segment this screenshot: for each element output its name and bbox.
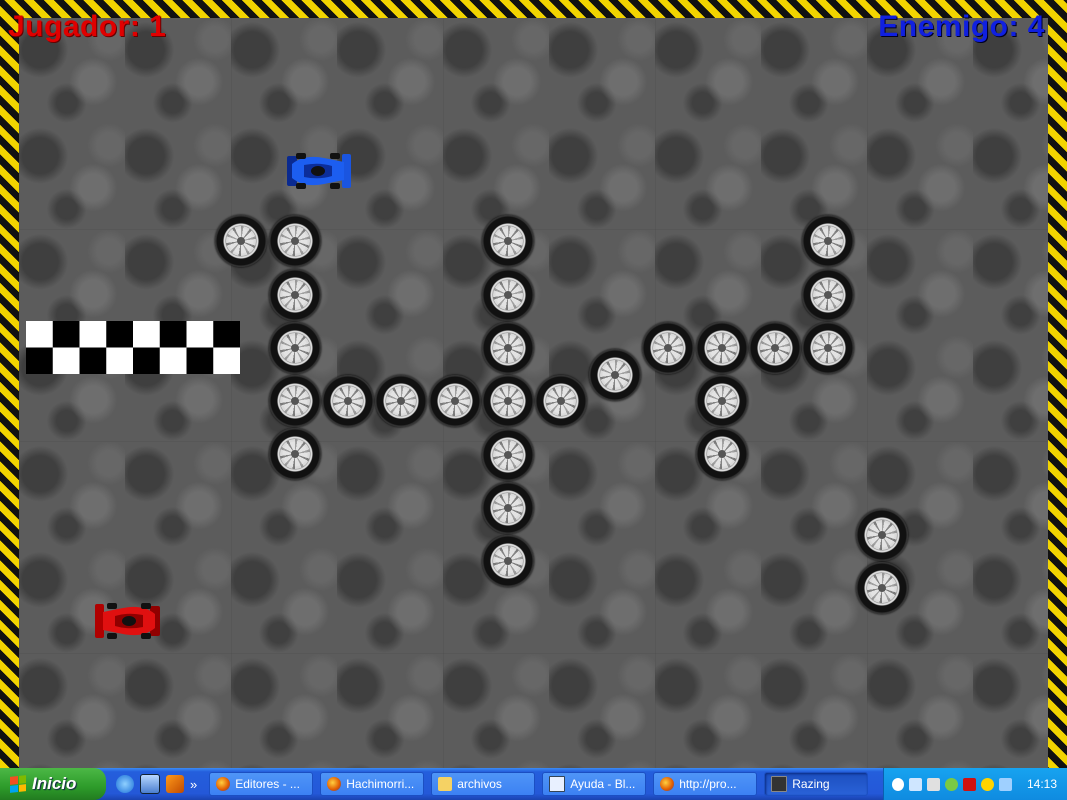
taskbar-button-label: archivos [457, 777, 502, 791]
folder-icon [438, 777, 453, 791]
race-track [19, 18, 1048, 768]
start-button[interactable]: Inicio [0, 768, 106, 800]
player-race-car [95, 603, 160, 639]
tire-obstacle [535, 375, 587, 427]
player-score: Jugador: 1 [8, 10, 167, 43]
tire-obstacle [482, 269, 534, 321]
taskbar: Inicio » Editores - ... Hachimorri... ar… [0, 768, 1067, 800]
firefox-icon [660, 777, 675, 791]
quick-launch-overflow[interactable]: » [190, 777, 197, 792]
windows-logo-icon [10, 775, 26, 793]
document-icon [549, 776, 566, 792]
tire-obstacle [642, 322, 694, 374]
taskbar-button-editores[interactable]: Editores - ... [209, 772, 314, 796]
tire-obstacle [802, 269, 854, 321]
taskbar-button-label: Editores - ... [235, 777, 300, 791]
messenger-icon[interactable] [945, 777, 958, 791]
taskbar-button-ayuda[interactable]: Ayuda - Bl... [542, 772, 647, 796]
tire-obstacle [269, 322, 321, 374]
firefox-icon [327, 777, 342, 791]
tire-obstacle [696, 375, 748, 427]
enemy-race-car [287, 153, 351, 189]
tire-obstacle [589, 349, 641, 401]
clock[interactable]: 14:13 [1027, 777, 1057, 791]
security-icon[interactable] [981, 777, 994, 791]
zonealarm-icon[interactable] [963, 777, 976, 791]
tire-obstacle [482, 429, 534, 481]
tire-obstacle [802, 215, 854, 267]
tire-obstacle [802, 322, 854, 374]
firefox-icon [216, 777, 231, 791]
network-icon[interactable] [909, 777, 922, 791]
app-icon [771, 776, 788, 792]
start-label: Inicio [32, 774, 77, 793]
taskbar-button-archivos[interactable]: archivos [431, 772, 536, 796]
taskbar-button-label: Hachimorri... [346, 777, 415, 791]
system-tray: 14:13 [883, 768, 1067, 800]
tire-obstacle [482, 322, 534, 374]
quick-launch: » [106, 774, 209, 794]
tire-obstacle [269, 428, 321, 480]
taskbar-button-label: http://pro... [679, 777, 737, 791]
tire-obstacle [269, 215, 321, 267]
tire-obstacle [856, 509, 908, 561]
tire-obstacle [482, 535, 534, 587]
tire-obstacle [375, 375, 427, 427]
taskbar-button-http[interactable]: http://pro... [653, 772, 758, 796]
tire-obstacle [215, 215, 267, 267]
taskbar-button-label: Razing [792, 777, 830, 791]
tire-obstacle [322, 375, 374, 427]
tire-obstacle [696, 428, 748, 480]
media-icon[interactable] [166, 775, 184, 793]
volume-icon[interactable] [927, 777, 940, 791]
internet-explorer-icon[interactable] [116, 775, 134, 793]
tire-obstacle [482, 215, 534, 267]
back-icon[interactable] [892, 777, 904, 791]
tire-obstacle [696, 322, 748, 374]
game-window[interactable]: Jugador: 1 Enemigo: 4 [0, 0, 1067, 768]
tire-obstacle [856, 562, 908, 614]
taskbar-button-label: Ayuda - Bl... [570, 777, 636, 791]
tire-obstacle [482, 375, 534, 427]
tire-obstacle [749, 322, 801, 374]
finish-line [26, 321, 240, 374]
taskbar-button-razing[interactable]: Razing [764, 772, 869, 796]
tire-obstacle [429, 375, 481, 427]
taskbar-button-hachimorri[interactable]: Hachimorri... [320, 772, 425, 796]
tire-obstacle [269, 375, 321, 427]
tire-obstacle [269, 269, 321, 321]
enemy-score: Enemigo: 4 [878, 10, 1045, 43]
tire-obstacle [482, 482, 534, 534]
show-desktop-icon[interactable] [140, 774, 160, 794]
app-tray-icon[interactable] [999, 777, 1012, 791]
